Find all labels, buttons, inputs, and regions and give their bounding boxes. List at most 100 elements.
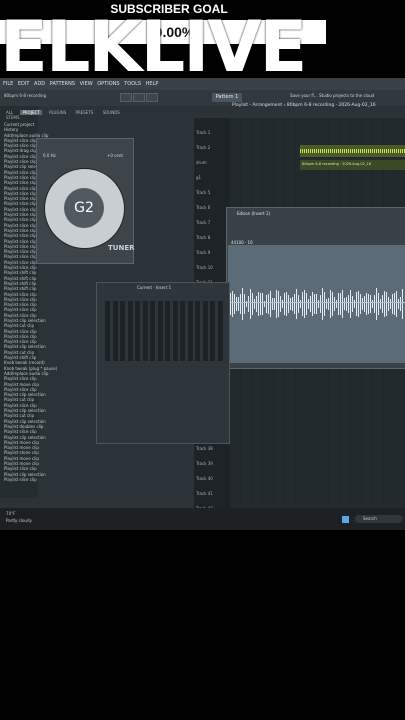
mixer-channel[interactable] <box>187 301 193 361</box>
menu-patterns[interactable]: PATTERNS <box>50 81 75 87</box>
waveform-sample <box>324 291 325 317</box>
mixer-channel[interactable] <box>105 301 110 361</box>
mixer-channel[interactable] <box>127 301 133 361</box>
tab-plugins[interactable]: PLUGINS <box>47 110 68 115</box>
menu-tools[interactable]: TOOLS <box>124 81 141 87</box>
waveform-sample <box>350 289 351 319</box>
playlist-track-label[interactable]: drum <box>196 160 207 165</box>
waveform-sample <box>342 290 343 318</box>
playlist-track-label[interactable]: Track 5 <box>196 190 210 195</box>
playlist-track-label[interactable]: Track 7 <box>196 220 210 225</box>
history-item[interactable]: Playlist slice clip <box>4 477 74 482</box>
waveform-sample <box>306 293 307 315</box>
tab-project[interactable]: PROJECT <box>20 110 42 115</box>
tab-sounds[interactable]: SOUNDS <box>101 110 122 115</box>
cloud-tip: Save your fl... Studio projects to the c… <box>290 93 375 98</box>
mixer-channel[interactable] <box>120 301 125 361</box>
waveform-sample <box>378 292 379 316</box>
menu-options[interactable]: OPTIONS <box>97 81 119 87</box>
waveform-sample <box>326 298 327 310</box>
waveform-sample <box>330 290 331 318</box>
playlist-track-label[interactable]: g1 <box>196 175 201 180</box>
waveform-sample <box>250 289 251 319</box>
waveform-sample <box>280 295 281 313</box>
mixer-channel[interactable] <box>135 301 140 361</box>
waveform-sample <box>344 298 345 310</box>
menu-add[interactable]: ADD <box>34 81 45 87</box>
waveform-sample <box>276 289 277 319</box>
record-button[interactable] <box>146 93 158 102</box>
playlist-track-label[interactable]: Track 38 <box>196 446 213 451</box>
stream-overlay-title: ELKLIVE <box>0 10 307 85</box>
waveform-sample <box>232 291 233 317</box>
waveform-sample <box>302 291 303 317</box>
menu-view[interactable]: VIEW <box>80 81 93 87</box>
waveform-sample <box>368 294 369 314</box>
tab-presets[interactable]: PRESETS <box>74 110 96 115</box>
waveform-sample <box>304 289 305 319</box>
waveform-sample <box>388 297 389 311</box>
waveform-sample <box>278 290 279 318</box>
playlist-track-label[interactable]: Track 1 <box>196 130 210 135</box>
mixer-channel[interactable] <box>165 301 170 361</box>
waveform-sample <box>356 291 357 317</box>
waveform-sample <box>370 294 371 314</box>
tab-stems[interactable]: STEMS <box>4 115 22 120</box>
waveform-sample <box>398 299 399 309</box>
mixer-channel[interactable] <box>195 301 200 361</box>
waveform-sample <box>238 297 239 311</box>
waveform-sample <box>390 299 391 309</box>
waveform-sample <box>254 298 255 310</box>
mixer-channel[interactable] <box>202 301 208 361</box>
playlist-track-label[interactable]: Track 41 <box>196 491 213 496</box>
mixer-channel[interactable] <box>112 301 118 361</box>
weather-desc: Partly cloudy <box>6 518 32 523</box>
pattern-selector[interactable]: Pattern 1 <box>212 93 242 102</box>
mixer-channel[interactable] <box>180 301 185 361</box>
mixer-title: Current · Insert 1 <box>137 285 172 290</box>
playlist-track-label[interactable]: Track 6 <box>196 205 210 210</box>
mixer-channel[interactable] <box>210 301 215 361</box>
waveform-sample <box>374 295 375 313</box>
playlist-track-label[interactable]: Track 10 <box>196 265 213 270</box>
playlist-track-label[interactable]: Track 2 <box>196 145 210 150</box>
waveform-sample <box>312 292 313 316</box>
play-button[interactable] <box>120 93 132 102</box>
waveform-sample <box>234 294 235 314</box>
menu-edit[interactable]: EDIT <box>18 81 30 87</box>
mixer-channel[interactable] <box>142 301 148 361</box>
waveform-sample <box>380 299 381 309</box>
waveform-sample <box>298 294 299 314</box>
waveform-sample <box>272 298 273 310</box>
waveform-sample <box>286 291 287 317</box>
windows-start-icon[interactable] <box>342 516 349 523</box>
tuner-left-readout: 0.0 Hz <box>43 153 56 158</box>
mixer-channel[interactable] <box>157 301 163 361</box>
playlist-track-label[interactable]: Track 8 <box>196 235 210 240</box>
playlist-track-label[interactable]: Track 9 <box>196 250 210 255</box>
mixer-channel[interactable] <box>150 301 155 361</box>
menu-help[interactable]: HELP <box>146 81 159 87</box>
waveform-sample <box>270 290 271 318</box>
audio-clip-waveform <box>300 149 405 153</box>
waveform-sample <box>402 288 403 320</box>
waveform-sample <box>358 290 359 318</box>
edison-center-line <box>228 302 405 303</box>
playlist-track-label[interactable]: Track 39 <box>196 461 213 466</box>
waveform-sample <box>364 295 365 313</box>
waveform-sample <box>338 293 339 315</box>
mixer-channel[interactable] <box>217 301 223 361</box>
taskbar-search[interactable]: Search <box>355 515 403 523</box>
stop-button[interactable] <box>133 93 145 102</box>
mixer-channel[interactable] <box>172 301 178 361</box>
tuner-label: TUNER <box>108 244 135 252</box>
edison-waveform[interactable] <box>228 245 405 363</box>
waveform-sample <box>292 297 293 311</box>
weather-temp: 74°F <box>6 511 16 516</box>
playlist-track-label[interactable]: Track 40 <box>196 476 213 481</box>
waveform-sample <box>248 296 249 312</box>
waveform-sample <box>362 298 363 310</box>
waveform-sample <box>258 291 259 317</box>
waveform-sample <box>268 294 269 314</box>
menu-file[interactable]: FILE <box>3 81 13 87</box>
